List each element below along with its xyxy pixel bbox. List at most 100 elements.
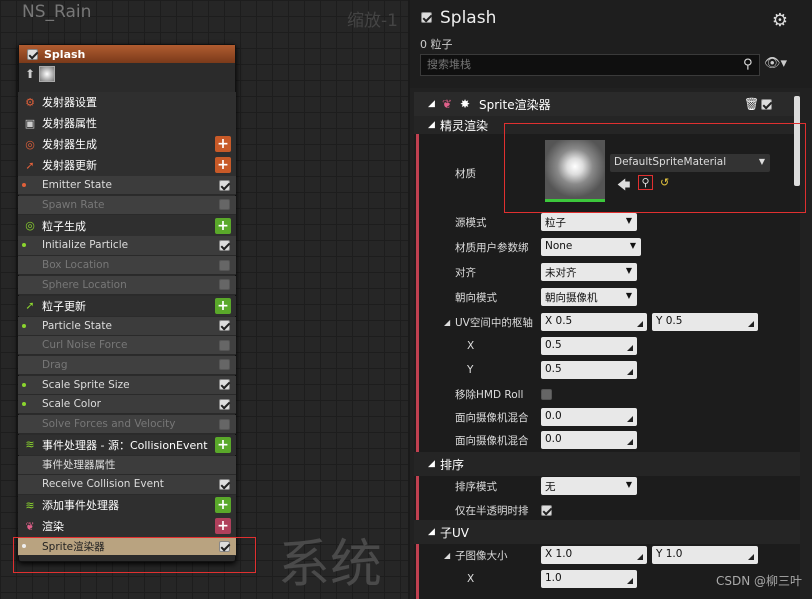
emitter-enable-checkbox[interactable] — [27, 48, 38, 60]
pivot-y-row: Y 0.5 — [414, 358, 800, 382]
pin-icon[interactable]: ⬆ — [25, 67, 35, 81]
subimage-x-field[interactable]: X 1.0 — [541, 546, 647, 564]
update-icon: ➚ — [25, 299, 35, 313]
node-section[interactable]: ≋ 添加事件处理器 + — [18, 495, 236, 516]
search-icon[interactable]: ⚲ — [743, 57, 753, 72]
module-enable-checkbox[interactable] — [219, 259, 230, 271]
node-row-label: 粒子生成 — [42, 219, 86, 233]
sort-mode-select[interactable]: 无 — [541, 477, 637, 495]
node-row-label: 添加事件处理器 — [42, 499, 119, 513]
module-enable-checkbox[interactable] — [219, 279, 230, 291]
module-enable-checkbox[interactable] — [761, 98, 772, 110]
node-module-row[interactable]: Initialize Particle — [18, 236, 236, 256]
pivot-x-field[interactable]: X 0.5 — [541, 313, 647, 331]
details-enable-checkbox[interactable] — [421, 12, 432, 23]
node-section[interactable]: ◎ 发射器生成 + — [18, 134, 236, 155]
pivot-label: UV空间中的枢轴 — [455, 316, 533, 329]
node-module-row[interactable]: 事件处理器属性 — [18, 455, 236, 475]
trash-icon[interactable]: 🗑 — [744, 97, 759, 111]
add-module-button[interactable]: + — [215, 518, 231, 535]
node-section[interactable]: ➚ 粒子更新 + — [18, 295, 236, 316]
add-module-button[interactable]: + — [215, 297, 231, 314]
node-module-row[interactable]: Receive Collision Event — [18, 475, 236, 495]
node-section[interactable]: ❦ 渲染 + — [18, 516, 236, 537]
property-select[interactable]: None — [541, 238, 641, 256]
node-section[interactable]: ➚ 发射器更新 + — [18, 155, 236, 176]
module-enable-checkbox[interactable] — [219, 320, 230, 332]
module-enable-checkbox[interactable] — [219, 239, 230, 251]
node-module-row[interactable]: Drag — [18, 355, 236, 376]
sort-label: 排序模式 — [455, 480, 497, 493]
graph-title: NS_Rain — [22, 2, 92, 22]
graph-panel[interactable]: NS_Rain 缩放-1 系统 Splash ⬆ ⚙ 发射器设置 ▣ 发射器属性 ◎ 发射… — [0, 0, 408, 599]
cpu-icon: ▣ — [24, 116, 36, 130]
module-enable-checkbox[interactable] — [219, 478, 230, 490]
status-dot — [22, 243, 26, 248]
node-row-label: Sphere Location — [42, 278, 127, 291]
render-icon: ❦ — [25, 519, 35, 533]
node-module-row[interactable]: Curl Noise Force — [18, 336, 236, 356]
pivot-y-field[interactable]: Y 0.5 — [652, 313, 758, 331]
add-module-button[interactable]: + — [215, 157, 231, 174]
details-title: Splash — [440, 8, 497, 28]
module-enable-checkbox[interactable] — [219, 179, 230, 191]
blend1-value[interactable]: 0.0 — [541, 408, 637, 426]
pivot-y-value[interactable]: 0.5 — [541, 361, 637, 379]
hmd-label: 移除HMD Roll — [455, 388, 524, 401]
node-module-row[interactable]: Solve Forces and Velocity — [18, 415, 236, 435]
hmd-checkbox[interactable] — [541, 388, 552, 400]
gear-icon[interactable]: ⚙ — [772, 10, 788, 31]
pivot-x-value[interactable]: 0.5 — [541, 337, 637, 355]
node-section[interactable]: ▣ 发射器属性 — [18, 113, 236, 134]
translucent-checkbox[interactable] — [541, 504, 552, 516]
node-section[interactable]: ≋ 事件处理器 - 源：CollisionEvent + — [18, 434, 236, 456]
module-enable-checkbox[interactable] — [219, 339, 230, 351]
property-select[interactable]: 未对齐 — [541, 263, 637, 281]
subuv-section-title: 子UV — [440, 525, 469, 540]
node-section[interactable]: ⚙ 发射器设置 — [18, 92, 236, 113]
module-enable-checkbox[interactable] — [219, 398, 230, 410]
property-label: 对齐 — [455, 266, 476, 279]
section-subuv[interactable]: ◢ 子UV — [414, 520, 800, 544]
node-module-row[interactable]: Particle State — [18, 316, 236, 336]
module-enable-checkbox[interactable] — [219, 199, 230, 211]
section-sorting[interactable]: ◢ 排序 — [414, 452, 800, 476]
node-section[interactable]: ◎ 粒子生成 + — [18, 215, 236, 236]
property-select[interactable]: 朝向摄像机 — [541, 288, 637, 306]
material-thumbnail-icon[interactable] — [39, 66, 56, 82]
node-module-row[interactable]: Spawn Rate — [18, 195, 236, 215]
render-icon: ❦ — [442, 97, 453, 111]
eye-icon[interactable]: 👁▾ — [764, 56, 787, 71]
module-enable-checkbox[interactable] — [219, 359, 230, 371]
property-row: 材质用户参数绑 None — [414, 235, 800, 259]
status-dot — [22, 382, 26, 387]
pivot-row: ◢ UV空间中的枢轴 X 0.5 Y 0.5 — [414, 310, 800, 334]
node-module-row[interactable]: Emitter State — [18, 176, 236, 196]
subimage-label: 子图像大小 — [455, 549, 508, 562]
add-module-button[interactable]: + — [215, 497, 231, 514]
material-label: 材质 — [455, 168, 476, 180]
node-row-label: Emitter State — [42, 179, 112, 192]
details-panel: Splash ⚙ 0 粒子 ⚲ 👁▾ ◢ ❦ ✸ Sprite渲染器 🗑 ◢ 精… — [410, 0, 812, 599]
property-label: 朝向模式 — [455, 291, 497, 304]
zoom-label: 缩放-1 — [347, 11, 398, 31]
node-module-row[interactable]: Scale Sprite Size — [18, 375, 236, 395]
property-select[interactable]: 粒子 — [541, 213, 637, 231]
add-module-button[interactable]: + — [215, 136, 231, 153]
node-module-row[interactable]: Box Location — [18, 256, 236, 276]
subimage-x-value[interactable]: 1.0 — [541, 570, 637, 588]
search-input[interactable] — [420, 54, 760, 76]
event-icon: ≋ — [25, 438, 35, 452]
add-module-button[interactable]: + — [215, 436, 231, 453]
add-module-button[interactable]: + — [215, 217, 231, 234]
module-enable-checkbox[interactable] — [219, 379, 230, 391]
node-module-row[interactable]: Scale Color — [18, 395, 236, 415]
module-enable-checkbox[interactable] — [219, 418, 230, 430]
node-module-row[interactable]: Sphere Location — [18, 275, 236, 295]
blend2-value[interactable]: 0.0 — [541, 431, 637, 449]
module-header[interactable]: ◢ ❦ ✸ Sprite渲染器 🗑 — [414, 92, 800, 116]
node-header[interactable]: Splash — [19, 45, 235, 63]
subimage-y-field[interactable]: Y 1.0 — [652, 546, 758, 564]
node-row-label: 渲染 — [42, 520, 64, 534]
translucent-label: 仅在半透明时排 — [455, 504, 529, 517]
